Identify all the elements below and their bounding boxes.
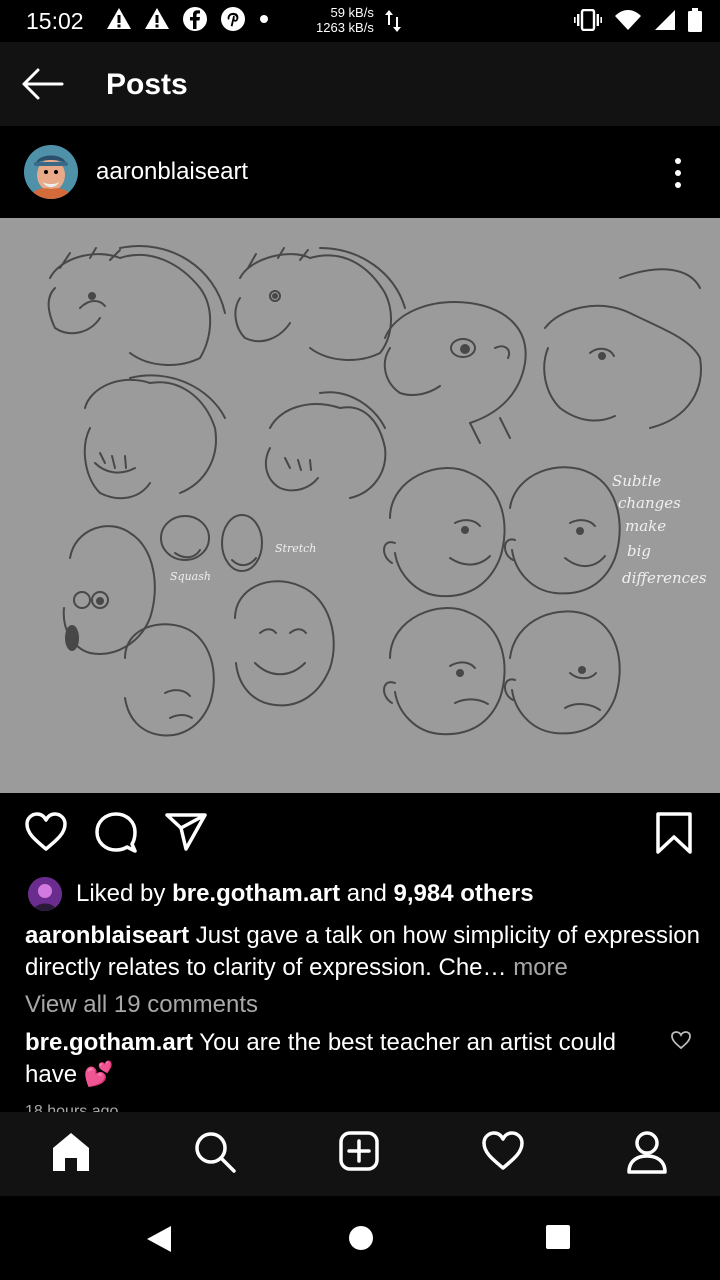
caption-username[interactable]: aaronblaiseart bbox=[25, 922, 189, 949]
facebook-icon bbox=[183, 7, 207, 31]
pinterest-icon bbox=[221, 7, 245, 31]
warning-icon bbox=[145, 8, 169, 29]
likes-prefix: Liked by bbox=[76, 880, 166, 907]
comment-emoji: 💕 bbox=[83, 1061, 114, 1088]
bookmark-icon[interactable] bbox=[654, 811, 694, 855]
avatar-image bbox=[24, 145, 78, 199]
activity-heart-icon[interactable] bbox=[481, 1130, 525, 1172]
post-timestamp: 18 hours ago bbox=[25, 1103, 119, 1112]
dot-icon bbox=[260, 15, 268, 23]
note-big: big bbox=[627, 542, 651, 560]
nav-recents-icon[interactable] bbox=[545, 1224, 571, 1250]
note-differences: differences bbox=[622, 569, 707, 587]
system-nav-bar bbox=[0, 1196, 720, 1280]
note-stretch: Stretch bbox=[275, 542, 316, 555]
speed-down: 1263 kB/s bbox=[316, 20, 374, 35]
app-bar: Posts bbox=[0, 42, 720, 126]
page-title: Posts bbox=[106, 68, 188, 101]
speed-up: 59 kB/s bbox=[330, 5, 374, 20]
battery-icon bbox=[688, 8, 702, 32]
note-changes: changes bbox=[618, 494, 681, 512]
likes-summary[interactable]: Liked by bre.gotham.art and 9,984 others bbox=[28, 876, 534, 912]
notification-icons bbox=[106, 6, 270, 32]
comment-icon[interactable] bbox=[94, 811, 138, 853]
bottom-tab-bar bbox=[0, 1112, 720, 1196]
warning-icon bbox=[107, 8, 131, 29]
share-send-icon[interactable] bbox=[164, 811, 208, 853]
note-subtle: Subtle bbox=[612, 472, 661, 490]
likes-user-link[interactable]: bre.gotham.art bbox=[172, 880, 340, 908]
caption-more-link[interactable]: more bbox=[513, 954, 568, 981]
status-bar: 15:02 59 kB/s 1263 kB/s bbox=[0, 0, 720, 42]
network-speed: 59 kB/s 1263 kB/s bbox=[316, 5, 374, 35]
post-actions bbox=[0, 793, 720, 873]
profile-icon[interactable] bbox=[626, 1130, 668, 1174]
like-heart-icon[interactable] bbox=[24, 811, 68, 853]
wifi-icon bbox=[615, 10, 641, 30]
system-icons bbox=[574, 8, 702, 32]
more-options-icon[interactable] bbox=[668, 156, 688, 190]
avatar[interactable] bbox=[24, 145, 78, 199]
status-time: 15:02 bbox=[26, 8, 84, 34]
note-squash: Squash bbox=[170, 570, 211, 583]
search-icon[interactable] bbox=[193, 1130, 237, 1174]
view-all-comments-link[interactable]: View all 19 comments bbox=[25, 991, 258, 1019]
nav-home-icon[interactable] bbox=[347, 1224, 375, 1252]
data-transfer-icon bbox=[385, 10, 401, 32]
note-make: make bbox=[625, 517, 666, 535]
post-image[interactable]: Squash Stretch Subtle changes make big d… bbox=[0, 218, 720, 793]
add-post-icon[interactable] bbox=[338, 1130, 380, 1172]
post-username[interactable]: aaronblaiseart bbox=[96, 158, 248, 186]
comment-item: bre.gotham.art You are the best teacher … bbox=[25, 1027, 645, 1091]
vibrate-icon bbox=[574, 9, 602, 31]
back-arrow-icon[interactable] bbox=[20, 66, 64, 102]
post-header: aaronblaiseart bbox=[0, 126, 720, 218]
comment-username[interactable]: bre.gotham.art bbox=[25, 1029, 193, 1056]
likes-others-link[interactable]: 9,984 others bbox=[393, 880, 533, 908]
sketch-artwork: Squash Stretch Subtle changes make big d… bbox=[47, 245, 707, 737]
nav-back-icon[interactable] bbox=[145, 1224, 173, 1254]
home-icon[interactable] bbox=[50, 1130, 92, 1174]
post-caption: aaronblaiseart Just gave a talk on how s… bbox=[25, 920, 700, 984]
signal-icon bbox=[655, 10, 675, 30]
likes-and: and bbox=[346, 880, 387, 907]
liker-avatar bbox=[28, 877, 62, 911]
comment-like-heart-icon[interactable] bbox=[670, 1030, 692, 1050]
